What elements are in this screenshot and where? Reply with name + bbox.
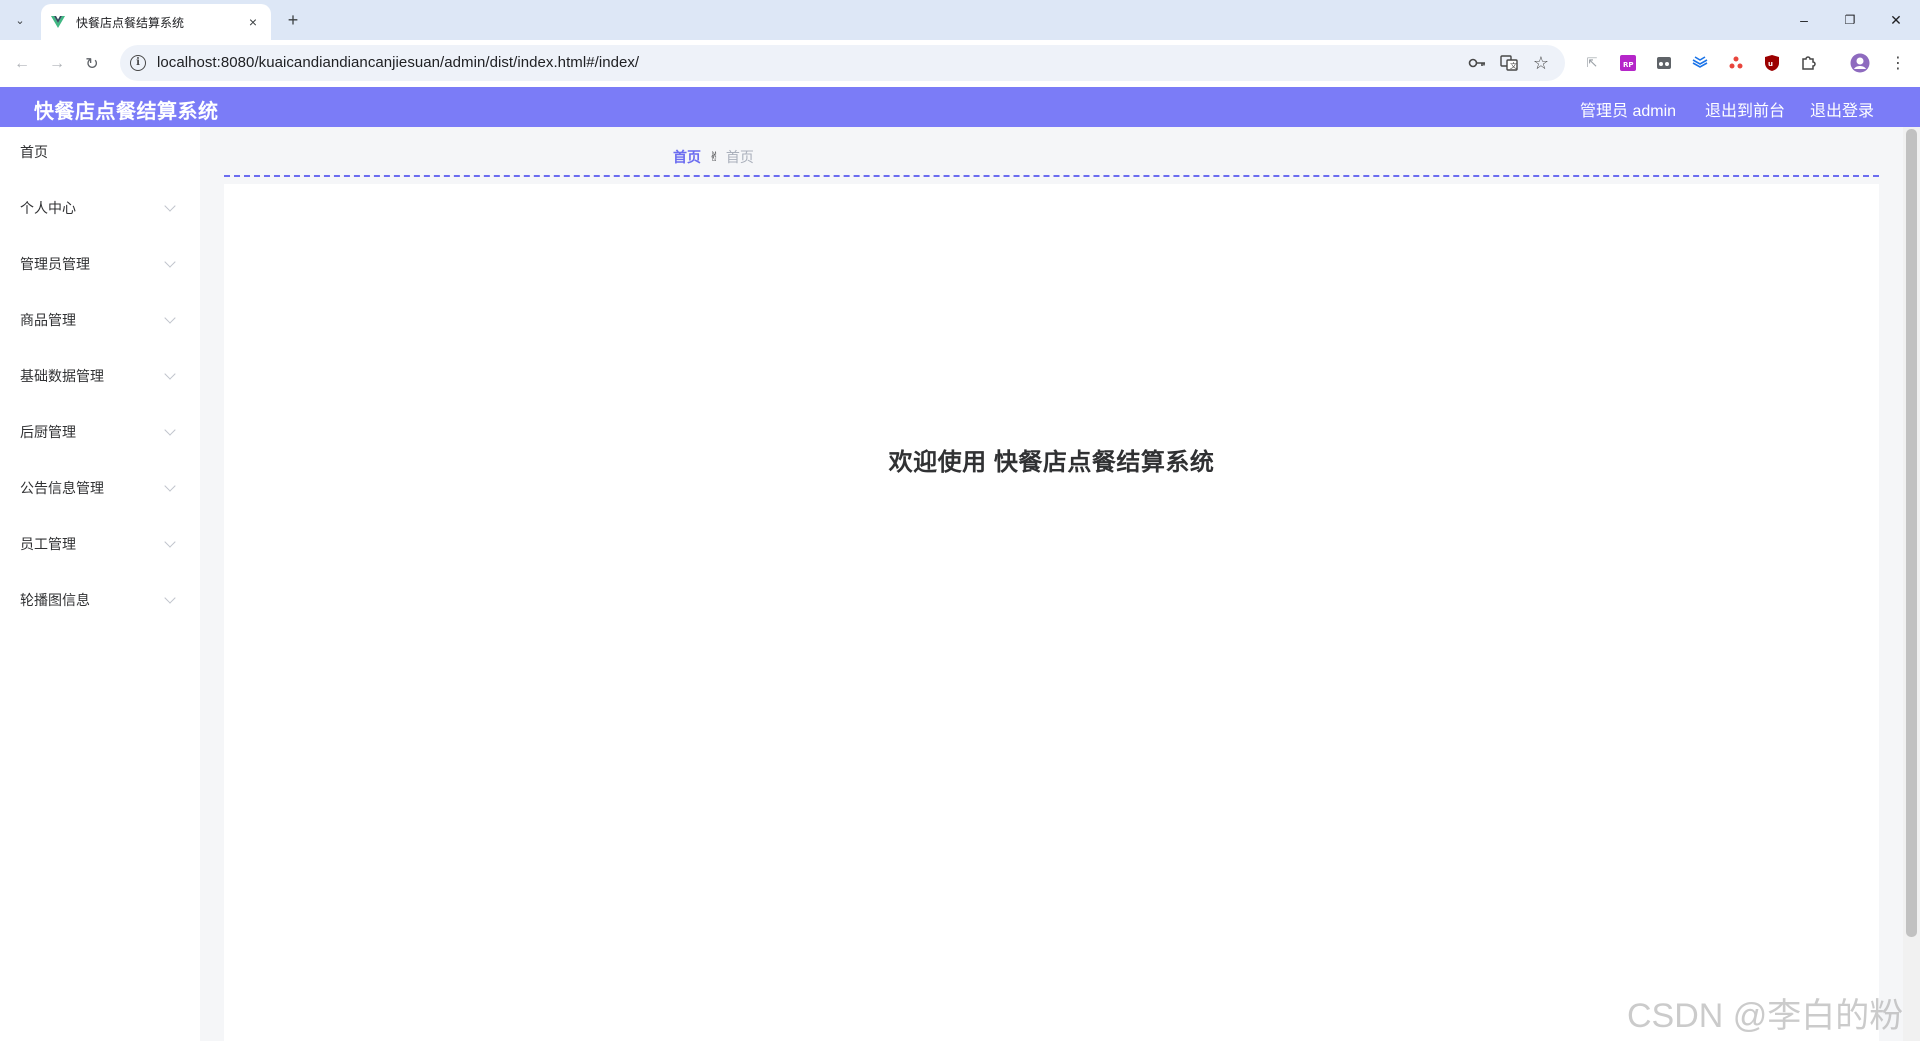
chevron-down-icon — [164, 536, 176, 548]
sidebar-item-kitchen-management[interactable]: 后厨管理 — [0, 407, 200, 457]
people-extension-icon[interactable] — [1726, 53, 1746, 73]
watermark: CSDN @李白的粉 — [1627, 997, 1904, 1035]
translate-icon[interactable]: 文 — [1499, 53, 1519, 73]
sidebar-item-label: 个人中心 — [20, 200, 76, 216]
victory-hand-icon: ✌ — [709, 149, 720, 164]
stack-extension-icon[interactable] — [1690, 53, 1710, 73]
ublock-extension-icon[interactable]: u — [1762, 53, 1782, 73]
sidebar-item-label: 首页 — [20, 144, 48, 160]
restore-button[interactable]: ❐ — [1827, 0, 1873, 40]
vue-logo-icon — [51, 16, 65, 28]
breadcrumb-divider — [224, 175, 1879, 177]
sidebar-item-label: 基础数据管理 — [20, 368, 104, 384]
address-bar[interactable]: i localhost:8080/kuaicandiandiancanjiesu… — [120, 45, 1565, 81]
new-tab-button[interactable]: + — [281, 9, 305, 31]
browser-tabstrip: ⌄ 快餐店点餐结算系统 × + – ❐ ✕ — [0, 0, 1920, 40]
breadcrumb: 首页 ✌ 首页 — [673, 147, 754, 167]
key-icon[interactable] — [1467, 53, 1487, 73]
sidebar-item-label: 商品管理 — [20, 312, 76, 328]
sidebar-item-personal-center[interactable]: 个人中心 — [0, 183, 200, 233]
puzzle-extension-icon[interactable] — [1798, 53, 1818, 73]
window-close-button[interactable]: ✕ — [1873, 0, 1919, 40]
incognito-extension-icon[interactable] — [1654, 53, 1674, 73]
app-header: 快餐店点餐结算系统 管理员 admin 退出到前台 退出登录 — [0, 87, 1920, 127]
url-text[interactable]: localhost:8080/kuaicandiandiancanjiesuan… — [157, 54, 639, 71]
main-content: 欢迎使用 快餐店点餐结算系统 — [224, 184, 1879, 1041]
sidebar-item-label: 公告信息管理 — [20, 480, 104, 496]
user-label: 管理员 admin — [1580, 103, 1677, 120]
svg-text:RP: RP — [1623, 61, 1634, 69]
logout-link[interactable]: 退出登录 — [1810, 97, 1874, 121]
chevron-down-icon — [164, 424, 176, 436]
sidebar-item-home[interactable]: 首页 — [0, 127, 200, 177]
cursor-extension-icon[interactable]: ⇱ — [1582, 53, 1602, 73]
close-icon[interactable]: × — [242, 11, 264, 33]
chevron-down-icon — [164, 256, 176, 268]
sidebar-item-label: 管理员管理 — [20, 256, 90, 272]
breadcrumb-home-link[interactable]: 首页 — [673, 147, 701, 167]
breadcrumb-current: 首页 — [725, 149, 754, 165]
exit-to-frontend-link[interactable]: 退出到前台 — [1705, 97, 1785, 121]
sidebar-item-label: 后厨管理 — [20, 424, 76, 440]
chevron-down-icon — [164, 592, 176, 604]
sidebar-item-label: 员工管理 — [20, 536, 76, 552]
svg-text:文: 文 — [1510, 61, 1517, 70]
chevron-down-icon — [164, 312, 176, 324]
browser-toolbar: ← → ↻ i localhost:8080/kuaicandiandianca… — [0, 40, 1920, 87]
sidebar-item-carousel-info[interactable]: 轮播图信息 — [0, 575, 200, 625]
reload-button[interactable]: ↻ — [80, 52, 104, 76]
chevron-down-icon: ⌄ — [15, 14, 25, 27]
minimize-button[interactable]: – — [1781, 0, 1827, 40]
sidebar-item-admin-management[interactable]: 管理员管理 — [0, 239, 200, 289]
sidebar-item-staff-management[interactable]: 员工管理 — [0, 519, 200, 569]
sidebar: 首页 个人中心 管理员管理 商品管理 基础数据管理 后厨管理 公告信息管理 员工… — [0, 127, 200, 1041]
scrollbar-thumb[interactable] — [1906, 129, 1917, 937]
sidebar-item-label: 轮播图信息 — [20, 592, 90, 608]
rp-extension-icon[interactable]: RP — [1618, 53, 1638, 73]
star-icon[interactable]: ☆ — [1531, 53, 1551, 73]
chevron-down-icon — [164, 480, 176, 492]
profile-avatar-icon[interactable] — [1850, 53, 1870, 73]
app-title: 快餐店点餐结算系统 — [34, 101, 219, 123]
sidebar-item-basic-data-management[interactable]: 基础数据管理 — [0, 351, 200, 401]
tab-search-button[interactable]: ⌄ — [8, 9, 32, 31]
forward-button[interactable]: → — [45, 52, 69, 76]
kebab-menu-icon[interactable]: ⋮ — [1888, 53, 1908, 73]
back-button[interactable]: ← — [10, 52, 34, 76]
tab-title: 快餐店点餐结算系统 — [76, 15, 185, 30]
chevron-down-icon — [164, 200, 176, 212]
site-info-icon[interactable]: i — [130, 55, 146, 71]
browser-tab-active[interactable]: 快餐店点餐结算系统 × — [41, 4, 271, 40]
welcome-heading: 欢迎使用 快餐店点餐结算系统 — [888, 449, 1215, 476]
svg-text:u: u — [1768, 60, 1773, 68]
chevron-down-icon — [164, 368, 176, 380]
sidebar-item-product-management[interactable]: 商品管理 — [0, 295, 200, 345]
sidebar-item-notice-management[interactable]: 公告信息管理 — [0, 463, 200, 513]
